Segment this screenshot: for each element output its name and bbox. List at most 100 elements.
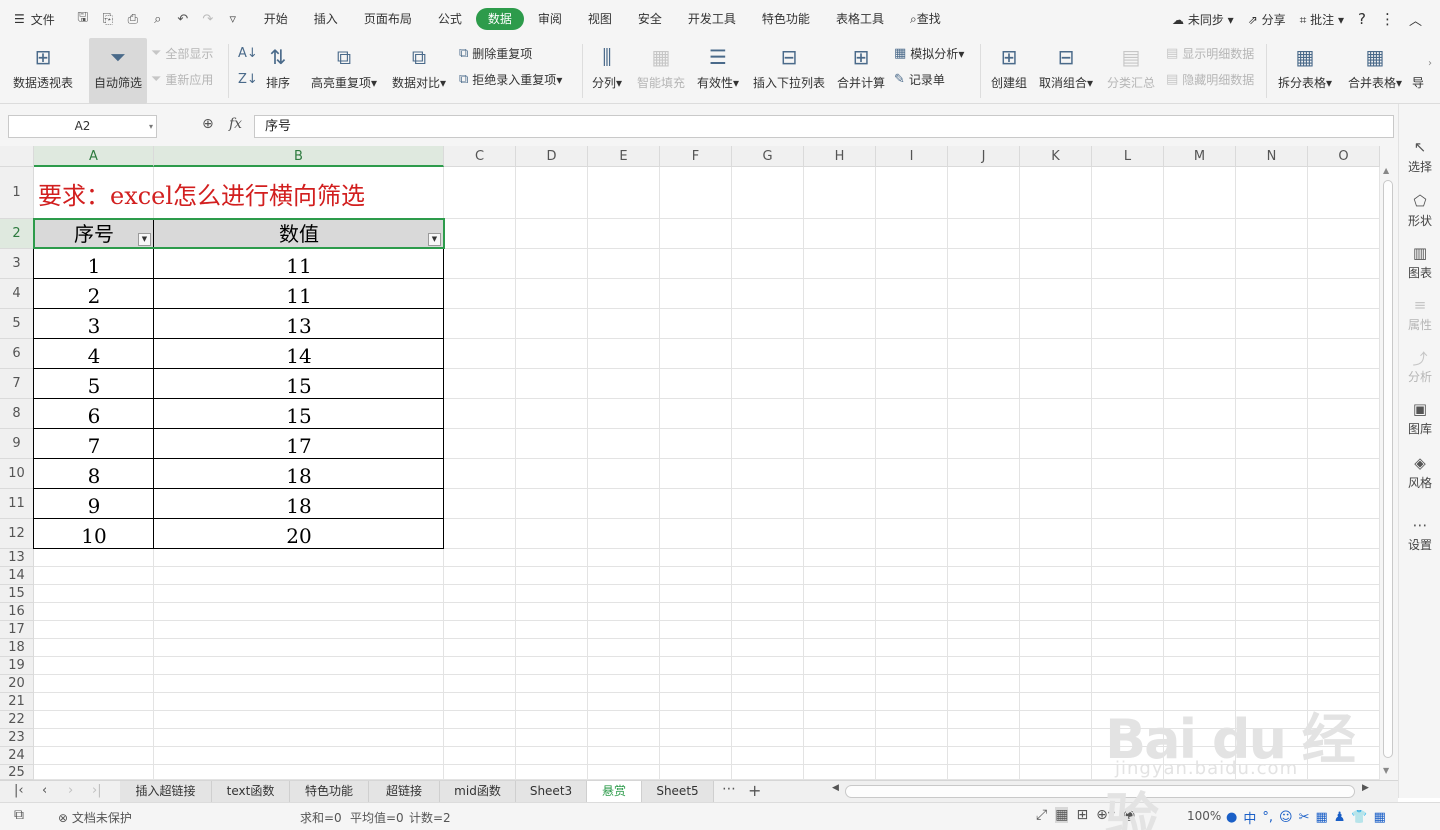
- header-cell-value[interactable]: 数值: [154, 219, 444, 247]
- undo-icon[interactable]: ↶: [175, 12, 191, 27]
- reapply-button[interactable]: ⏷ 重新应用: [151, 68, 213, 90]
- row-header-22[interactable]: 22: [0, 711, 34, 729]
- column-header-J[interactable]: J: [948, 146, 1020, 167]
- sheet-tab-4[interactable]: mid函数: [440, 781, 516, 802]
- ime-menu-icon[interactable]: ▦: [1374, 810, 1386, 825]
- more-options-icon[interactable]: ⋮: [1380, 10, 1395, 28]
- tab-8[interactable]: 开发工具: [676, 8, 748, 30]
- column-header-K[interactable]: K: [1020, 146, 1092, 167]
- add-sheet-icon[interactable]: +: [748, 781, 761, 800]
- column-header-L[interactable]: L: [1092, 146, 1164, 167]
- help-icon[interactable]: ?: [1358, 10, 1366, 28]
- first-sheet-icon[interactable]: |‹: [14, 783, 24, 798]
- side-panel-image-library[interactable]: ▣ 图库: [1399, 400, 1440, 437]
- tab-4[interactable]: 数据: [475, 8, 524, 30]
- sheet-tab-6[interactable]: 悬赏: [587, 781, 642, 802]
- sort-ascending-button[interactable]: A↓: [238, 42, 258, 64]
- column-header-N[interactable]: N: [1236, 146, 1308, 167]
- value-cell[interactable]: 15: [154, 369, 444, 398]
- tab-7[interactable]: 安全: [626, 8, 674, 30]
- file-menu[interactable]: ☰ 文件: [0, 0, 65, 38]
- header-cell-index[interactable]: 序号: [34, 219, 154, 247]
- index-cell[interactable]: 1: [34, 249, 154, 278]
- reject-duplicates-button[interactable]: ⧉ 拒绝录入重复项▾: [459, 68, 562, 90]
- index-cell[interactable]: 10: [34, 519, 154, 548]
- side-panel-style[interactable]: ◈ 风格: [1399, 454, 1440, 491]
- value-cell[interactable]: 11: [154, 279, 444, 308]
- row-header-21[interactable]: 21: [0, 693, 34, 711]
- sheet-tab-7[interactable]: Sheet5: [642, 781, 714, 802]
- subtotal-button[interactable]: ▤ 分类汇总: [1104, 38, 1158, 104]
- sheet-tab-0[interactable]: 插入超链接: [120, 781, 212, 802]
- redo-icon[interactable]: ↷: [200, 12, 216, 27]
- side-panel-properties[interactable]: ≡ 属性: [1399, 296, 1440, 333]
- zoom-formula-icon[interactable]: ⊕: [202, 116, 214, 132]
- row-header-23[interactable]: 23: [0, 729, 34, 747]
- smart-fill-button[interactable]: ▦ 智能填充: [634, 38, 688, 104]
- tab-2[interactable]: 页面布局: [352, 8, 424, 30]
- normal-view-icon[interactable]: ▦: [1055, 807, 1069, 823]
- comment-button[interactable]: ⌗ 批注 ▾: [1300, 11, 1344, 28]
- formula-input[interactable]: 序号: [254, 115, 1394, 138]
- merge-table-button[interactable]: ▦ 合并表格▾: [1344, 38, 1406, 104]
- column-header-F[interactable]: F: [660, 146, 732, 167]
- more-sheets-icon[interactable]: ⋯: [722, 781, 736, 797]
- row-header-19[interactable]: 19: [0, 657, 34, 675]
- page-break-view-icon[interactable]: ⊞: [1076, 807, 1088, 823]
- value-cell[interactable]: 11: [154, 249, 444, 278]
- prev-sheet-icon[interactable]: ‹: [42, 783, 47, 798]
- index-cell[interactable]: 9: [34, 489, 154, 518]
- row-header-1[interactable]: 1: [0, 167, 34, 219]
- row-header-5[interactable]: 5: [0, 309, 34, 339]
- row-header-13[interactable]: 13: [0, 549, 34, 567]
- column-header-H[interactable]: H: [804, 146, 876, 167]
- row-header-24[interactable]: 24: [0, 747, 34, 765]
- sync-status[interactable]: ☁ 未同步 ▾: [1172, 11, 1234, 28]
- row-header-14[interactable]: 14: [0, 567, 34, 585]
- row-header-8[interactable]: 8: [0, 399, 34, 429]
- row-header-7[interactable]: 7: [0, 369, 34, 399]
- index-cell[interactable]: 5: [34, 369, 154, 398]
- search-button[interactable]: ⌕查找: [898, 8, 953, 30]
- validity-button[interactable]: ☰ 有效性▾: [694, 38, 742, 104]
- tab-5[interactable]: 审阅: [526, 8, 574, 30]
- sheet-tab-5[interactable]: Sheet3: [516, 781, 587, 802]
- vertical-scrollbar[interactable]: ▲ ▼: [1380, 146, 1398, 780]
- row-header-18[interactable]: 18: [0, 639, 34, 657]
- side-panel-analysis[interactable]: ⤴ 分析: [1399, 348, 1440, 385]
- last-sheet-icon[interactable]: ›|: [92, 783, 102, 798]
- tab-1[interactable]: 插入: [302, 8, 350, 30]
- print-icon[interactable]: ⎙: [125, 12, 141, 27]
- index-cell[interactable]: 6: [34, 399, 154, 428]
- value-cell[interactable]: 13: [154, 309, 444, 338]
- scroll-down-icon[interactable]: ▼: [1383, 766, 1389, 775]
- side-panel-chart[interactable]: ▥ 图表: [1399, 244, 1440, 281]
- row-header-17[interactable]: 17: [0, 621, 34, 639]
- split-table-button[interactable]: ▦ 拆分表格▾: [1274, 38, 1336, 104]
- value-cell[interactable]: 17: [154, 429, 444, 458]
- row-header-20[interactable]: 20: [0, 675, 34, 693]
- more-ribbon-button[interactable]: 导: [1410, 38, 1426, 104]
- tab-0[interactable]: 开始: [252, 8, 300, 30]
- show-detail-button[interactable]: ▤ 显示明细数据: [1166, 42, 1254, 64]
- index-cell[interactable]: 4: [34, 339, 154, 368]
- scroll-up-icon[interactable]: ▲: [1383, 166, 1389, 175]
- tab-9[interactable]: 特色功能: [750, 8, 822, 30]
- side-panel-cursor-arrow[interactable]: ↖ 选择: [1399, 138, 1440, 175]
- row-header-15[interactable]: 15: [0, 585, 34, 603]
- row-header-3[interactable]: 3: [0, 249, 34, 279]
- value-cell[interactable]: 15: [154, 399, 444, 428]
- row-header-16[interactable]: 16: [0, 603, 34, 621]
- remove-duplicates-button[interactable]: ⧉ 删除重复项: [459, 42, 532, 64]
- index-cell[interactable]: 8: [34, 459, 154, 488]
- ribbon-scroll-right-icon[interactable]: ›: [1428, 58, 1432, 69]
- title-cell-a1[interactable]: 要求：excel怎么进行横向筛选: [34, 167, 365, 219]
- column-header-A[interactable]: A: [34, 146, 154, 167]
- name-box-dropdown-icon[interactable]: ▾: [149, 116, 153, 137]
- value-cell[interactable]: 18: [154, 459, 444, 488]
- column-header-I[interactable]: I: [876, 146, 948, 167]
- share-button[interactable]: ⇗ 分享: [1248, 11, 1286, 28]
- fullscreen-icon[interactable]: ⤢: [1036, 807, 1047, 823]
- next-sheet-icon[interactable]: ›: [68, 783, 73, 798]
- show-all-button[interactable]: ⏷ 全部显示: [151, 42, 213, 64]
